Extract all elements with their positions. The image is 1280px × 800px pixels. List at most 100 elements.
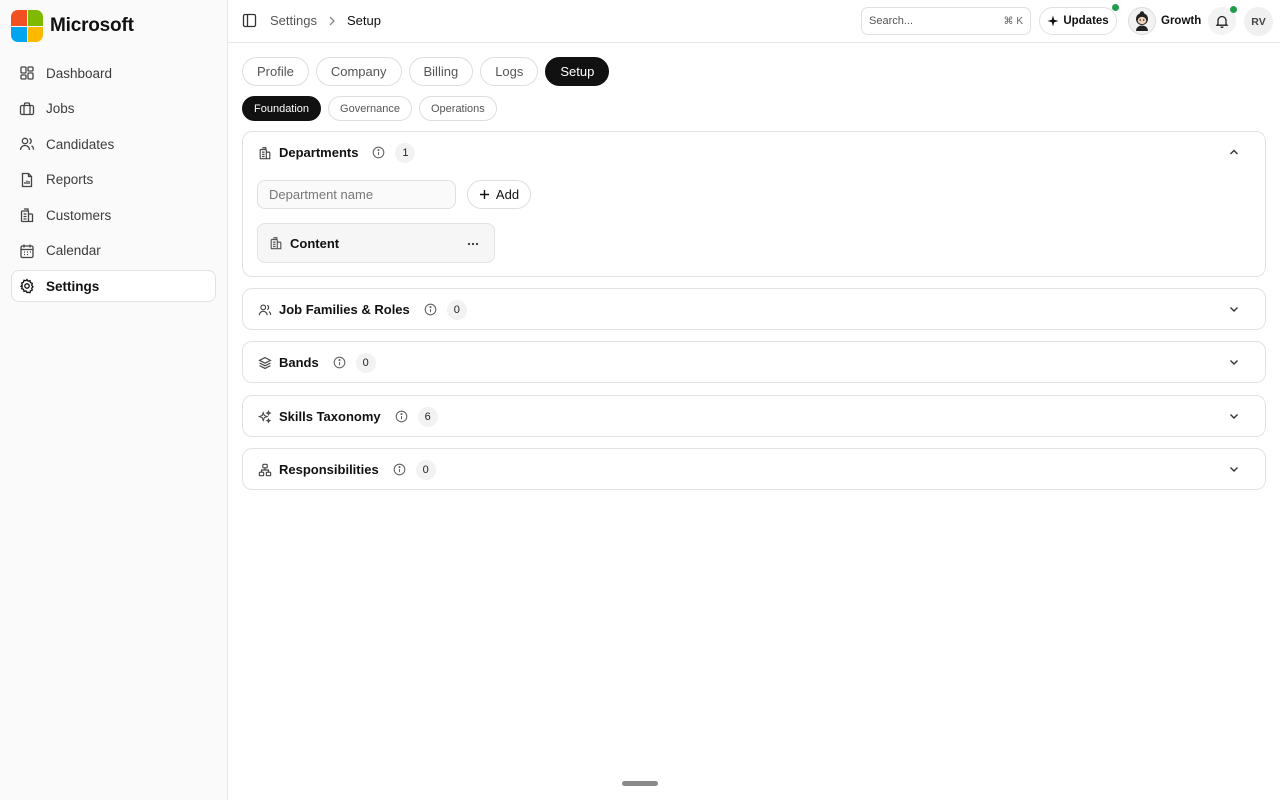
workspace-avatar-icon [1128, 7, 1156, 35]
more-options-icon[interactable] [466, 237, 480, 251]
sparkle-icon [1047, 15, 1059, 27]
subtab-operations[interactable]: Operations [418, 96, 497, 121]
info-icon[interactable] [333, 356, 346, 369]
sidebar-toggle-icon[interactable] [242, 13, 257, 28]
count-badge: 6 [417, 406, 438, 427]
briefcase-icon [19, 101, 35, 117]
sidebar-item-label: Dashboard [46, 65, 113, 81]
chevron-down-icon[interactable] [1228, 356, 1240, 368]
section-header[interactable]: Departments 1 [243, 132, 1265, 173]
breadcrumb: Settings Setup [270, 13, 381, 28]
microsoft-logo-icon [11, 10, 43, 42]
search-box[interactable]: Search... ⌘ K [861, 7, 1031, 35]
section-header[interactable]: Skills Taxonomy 6 [243, 396, 1265, 437]
workspace-label: Growth [1161, 15, 1202, 27]
users-icon [258, 303, 272, 317]
plus-icon [479, 189, 490, 200]
section-skills-taxonomy: Skills Taxonomy 6 [242, 395, 1266, 437]
tab-setup[interactable]: Setup [545, 57, 610, 86]
section-departments: Departments 1 Add Content [242, 131, 1266, 277]
chevron-right-icon [328, 16, 336, 26]
building-icon [258, 146, 272, 160]
section-title: Responsibilities [279, 462, 379, 477]
gear-icon [19, 278, 35, 294]
department-name: Content [290, 235, 340, 251]
sparkles-icon [258, 409, 272, 424]
topbar: Settings Setup Search... ⌘ K Updates Gro… [228, 0, 1280, 43]
dashboard-icon [19, 65, 35, 81]
count-badge: 1 [395, 142, 416, 163]
departments-body: Add Content [243, 173, 1265, 275]
department-card[interactable]: Content [257, 223, 495, 263]
section-header[interactable]: Responsibilities 0 [243, 449, 1265, 490]
sidebar-item-label: Candidates [46, 136, 115, 152]
tab-company[interactable]: Company [315, 57, 402, 86]
section-header[interactable]: Bands 0 [243, 342, 1265, 383]
breadcrumb-settings[interactable]: Settings [270, 13, 317, 28]
sidebar-item-label: Reports [46, 172, 94, 187]
notification-indicator-dot [1230, 6, 1237, 13]
sidebar-item-settings[interactable]: Settings [11, 270, 216, 302]
sidebar-item-calendar[interactable]: Calendar [11, 235, 216, 267]
info-icon[interactable] [424, 303, 437, 316]
add-department-button[interactable]: Add [467, 180, 531, 209]
count-badge: 0 [355, 352, 376, 373]
sidebar-item-jobs[interactable]: Jobs [11, 93, 216, 125]
brand[interactable]: Microsoft [11, 10, 134, 42]
user-avatar[interactable]: RV [1244, 7, 1273, 36]
brand-name: Microsoft [50, 15, 134, 36]
drag-handle[interactable] [622, 781, 658, 786]
bell-icon [1215, 14, 1229, 28]
info-icon[interactable] [395, 410, 408, 423]
sidebar-item-dashboard[interactable]: Dashboard [11, 57, 216, 89]
calendar-icon [19, 243, 35, 259]
sidebar-item-customers[interactable]: Customers [11, 199, 216, 231]
chevron-up-icon[interactable] [1228, 146, 1240, 158]
department-name-input[interactable] [257, 180, 456, 209]
search-placeholder: Search... [869, 15, 914, 27]
updates-button[interactable]: Updates [1039, 7, 1117, 35]
updates-indicator-dot [1112, 4, 1119, 11]
section-title: Job Families & Roles [279, 302, 410, 317]
sidebar-item-label: Calendar [46, 243, 101, 258]
section-bands: Bands 0 [242, 341, 1266, 383]
building-icon [269, 236, 283, 250]
report-icon [19, 172, 35, 188]
building-icon [19, 207, 35, 223]
search-shortcut: ⌘ K [1003, 15, 1023, 27]
sidebar-item-label: Settings [46, 278, 100, 294]
sidebar-item-label: Jobs [46, 101, 75, 116]
count-badge: 0 [446, 299, 467, 320]
section-header[interactable]: Job Families & Roles 0 [243, 289, 1265, 330]
sidebar: Microsoft Dashboard Jobs Candidates Repo… [0, 0, 228, 800]
section-job-families: Job Families & Roles 0 [242, 288, 1266, 330]
sidebar-nav: Dashboard Jobs Candidates Reports Custom… [11, 57, 216, 306]
section-title: Skills Taxonomy [279, 409, 381, 424]
tab-logs[interactable]: Logs [480, 57, 539, 86]
info-icon[interactable] [393, 463, 406, 476]
info-icon[interactable] [372, 146, 385, 159]
count-badge: 0 [415, 459, 436, 480]
section-title: Bands [279, 355, 319, 370]
subtab-foundation[interactable]: Foundation [242, 96, 322, 121]
chevron-down-icon[interactable] [1228, 463, 1240, 475]
setup-subtabs: Foundation Governance Operations [242, 96, 497, 121]
updates-label: Updates [1063, 15, 1109, 27]
sidebar-item-label: Customers [46, 207, 112, 223]
hierarchy-icon [258, 463, 272, 477]
layers-icon [258, 356, 272, 370]
breadcrumb-setup: Setup [346, 13, 381, 28]
tab-billing[interactable]: Billing [408, 57, 474, 86]
add-label: Add [495, 187, 520, 202]
users-icon [19, 136, 35, 152]
sidebar-item-candidates[interactable]: Candidates [11, 128, 216, 160]
subtab-governance[interactable]: Governance [328, 96, 412, 121]
chevron-down-icon[interactable] [1228, 303, 1240, 315]
settings-tabs: Profile Company Billing Logs Setup [242, 57, 610, 86]
tab-profile[interactable]: Profile [242, 57, 309, 86]
chevron-down-icon[interactable] [1228, 410, 1240, 422]
sidebar-item-reports[interactable]: Reports [11, 164, 216, 196]
section-title: Departments [279, 145, 359, 160]
section-responsibilities: Responsibilities 0 [242, 448, 1266, 490]
workspace-switcher[interactable]: Growth [1128, 7, 1201, 35]
